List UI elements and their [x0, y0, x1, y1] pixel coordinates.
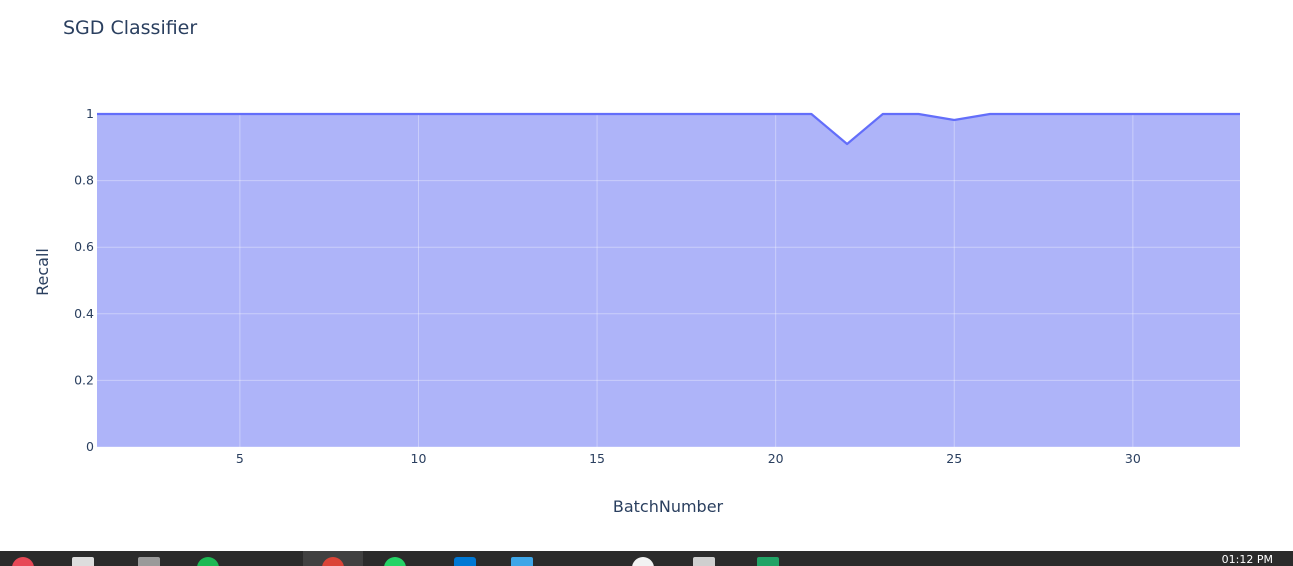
y-tick-label: 0.2: [74, 372, 94, 387]
x-tick-label: 30: [1125, 451, 1141, 466]
file-icon[interactable]: [72, 557, 94, 566]
mail-icon[interactable]: [693, 557, 715, 566]
folder-icon[interactable]: [138, 557, 160, 566]
x-tick-label: 10: [411, 451, 427, 466]
y-tick-label: 1: [86, 106, 94, 121]
taskbar: 01:12 PM: [0, 551, 1293, 566]
vscode-icon[interactable]: [454, 557, 476, 566]
plot-area: 5 10 15 20 25 30 0 0.2 0.4 0.6 0.8 1: [74, 97, 1240, 466]
spotify-icon[interactable]: [197, 557, 219, 566]
area-fill: [97, 114, 1240, 447]
y-tick-label: 0.8: [74, 173, 94, 188]
y-tick-label: 0: [86, 439, 94, 454]
app-icon-red[interactable]: [12, 557, 34, 566]
x-axis-title: BatchNumber: [613, 497, 724, 516]
x-tick-label: 15: [589, 451, 605, 466]
x-tick-label: 5: [236, 451, 244, 466]
y-tick-label: 0.4: [74, 306, 94, 321]
x-tick-label: 25: [946, 451, 962, 466]
store-icon[interactable]: [511, 557, 533, 566]
y-axis-title: Recall: [33, 248, 52, 296]
excel-icon[interactable]: [757, 557, 779, 566]
whatsapp-icon[interactable]: [384, 557, 406, 566]
x-tick-label: 20: [768, 451, 784, 466]
chart-page: SGD Classifier 5 10 15 20 25 30 0 0.2 0.4 0.6 0.8 1…: [0, 0, 1293, 566]
chart: SGD Classifier 5 10 15 20 25 30 0 0.2 0.4 0.6 0.8 1…: [33, 17, 1240, 516]
y-tick-label: 0.6: [74, 239, 94, 254]
app-icon-white[interactable]: [632, 557, 654, 566]
taskbar-clock: 01:12 PM: [1221, 553, 1273, 566]
chart-title: SGD Classifier: [63, 17, 197, 39]
